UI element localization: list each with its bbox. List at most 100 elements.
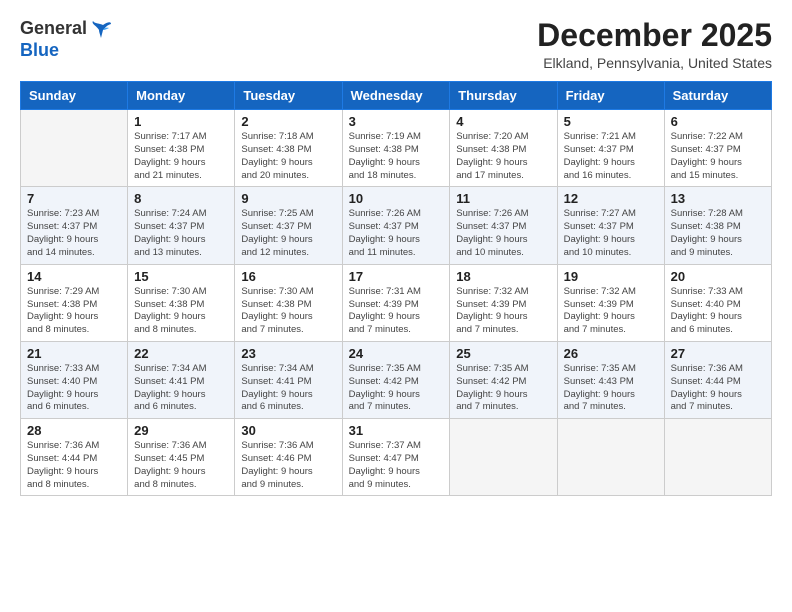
col-saturday: Saturday [664,82,771,110]
col-monday: Monday [128,82,235,110]
day-number: 9 [241,191,335,206]
day-info: Sunrise: 7:32 AM Sunset: 4:39 PM Dayligh… [564,286,658,337]
day-info: Sunrise: 7:27 AM Sunset: 4:37 PM Dayligh… [564,208,658,259]
table-cell: 31 Sunrise: 7:37 AM Sunset: 4:47 PM Dayli… [342,419,450,496]
day-info: Sunrise: 7:19 AM Sunset: 4:38 PM Dayligh… [349,131,444,182]
table-cell: 3 Sunrise: 7:19 AM Sunset: 4:38 PM Daylig… [342,110,450,187]
day-number: 30 [241,423,335,438]
day-info: Sunrise: 7:30 AM Sunset: 4:38 PM Dayligh… [134,286,228,337]
day-number: 29 [134,423,228,438]
day-info: Sunrise: 7:35 AM Sunset: 4:43 PM Dayligh… [564,363,658,414]
table-cell: 24Sunrise: 7:35 AM Sunset: 4:42 PM Dayli… [342,341,450,418]
day-number: 11 [456,191,550,206]
day-number: 17 [349,269,444,284]
day-info: Sunrise: 7:17 AM Sunset: 4:38 PM Dayligh… [134,131,228,182]
day-info: Sunrise: 7:26 AM Sunset: 4:37 PM Dayligh… [349,208,444,259]
location: Elkland, Pennsylvania, United States [537,55,772,71]
day-info: Sunrise: 7:30 AM Sunset: 4:38 PM Dayligh… [241,286,335,337]
col-tuesday: Tuesday [235,82,342,110]
table-cell: 1 Sunrise: 7:17 AM Sunset: 4:38 PM Daylig… [128,110,235,187]
day-info: Sunrise: 7:37 AM Sunset: 4:47 PM Dayligh… [349,440,444,491]
table-cell: 12Sunrise: 7:27 AM Sunset: 4:37 PM Dayli… [557,187,664,264]
table-cell: 19 Sunrise: 7:32 AM Sunset: 4:39 PM Dayli… [557,264,664,341]
col-friday: Friday [557,82,664,110]
day-number: 31 [349,423,444,438]
calendar-page: General Blue December 2025 Elkland, Penn… [0,0,792,612]
day-number: 10 [349,191,444,206]
day-info: Sunrise: 7:21 AM Sunset: 4:37 PM Dayligh… [564,131,658,182]
day-number: 28 [27,423,121,438]
calendar-week-row: 1 Sunrise: 7:17 AM Sunset: 4:38 PM Daylig… [21,110,772,187]
day-number: 26 [564,346,658,361]
day-info: Sunrise: 7:23 AM Sunset: 4:37 PM Dayligh… [27,208,121,259]
table-cell: 21 Sunrise: 7:33 AM Sunset: 4:40 PM Dayli… [21,341,128,418]
table-cell: 9 Sunrise: 7:25 AM Sunset: 4:37 PM Daylig… [235,187,342,264]
title-block: December 2025 Elkland, Pennsylvania, Uni… [537,18,772,71]
day-info: Sunrise: 7:36 AM Sunset: 4:45 PM Dayligh… [134,440,228,491]
calendar-week-row: 14Sunrise: 7:29 AM Sunset: 4:38 PM Dayli… [21,264,772,341]
day-info: Sunrise: 7:28 AM Sunset: 4:38 PM Dayligh… [671,208,765,259]
table-cell [664,419,771,496]
table-cell: 6Sunrise: 7:22 AM Sunset: 4:37 PM Daylig… [664,110,771,187]
col-sunday: Sunday [21,82,128,110]
table-cell: 20 Sunrise: 7:33 AM Sunset: 4:40 PM Dayli… [664,264,771,341]
day-number: 5 [564,114,658,129]
table-cell: 17Sunrise: 7:31 AM Sunset: 4:39 PM Dayli… [342,264,450,341]
col-thursday: Thursday [450,82,557,110]
day-number: 18 [456,269,550,284]
day-info: Sunrise: 7:32 AM Sunset: 4:39 PM Dayligh… [456,286,550,337]
day-number: 1 [134,114,228,129]
table-cell [557,419,664,496]
day-number: 23 [241,346,335,361]
page-header: General Blue December 2025 Elkland, Penn… [20,18,772,71]
table-cell: 26 Sunrise: 7:35 AM Sunset: 4:43 PM Dayli… [557,341,664,418]
day-number: 22 [134,346,228,361]
day-number: 15 [134,269,228,284]
day-info: Sunrise: 7:35 AM Sunset: 4:42 PM Dayligh… [456,363,550,414]
table-cell: 4 Sunrise: 7:20 AM Sunset: 4:38 PM Daylig… [450,110,557,187]
logo-bird-icon [91,20,113,40]
table-cell: 22 Sunrise: 7:34 AM Sunset: 4:41 PM Dayli… [128,341,235,418]
table-cell: 29 Sunrise: 7:36 AM Sunset: 4:45 PM Dayli… [128,419,235,496]
calendar-week-row: 28 Sunrise: 7:36 AM Sunset: 4:44 PM Dayli… [21,419,772,496]
calendar-table: Sunday Monday Tuesday Wednesday Thursday… [20,81,772,496]
day-number: 21 [27,346,121,361]
month-title: December 2025 [537,18,772,53]
table-cell: 7Sunrise: 7:23 AM Sunset: 4:37 PM Daylig… [21,187,128,264]
day-info: Sunrise: 7:25 AM Sunset: 4:37 PM Dayligh… [241,208,335,259]
table-cell: 14Sunrise: 7:29 AM Sunset: 4:38 PM Dayli… [21,264,128,341]
day-number: 2 [241,114,335,129]
day-info: Sunrise: 7:26 AM Sunset: 4:37 PM Dayligh… [456,208,550,259]
table-cell: 28 Sunrise: 7:36 AM Sunset: 4:44 PM Dayli… [21,419,128,496]
day-number: 8 [134,191,228,206]
day-number: 19 [564,269,658,284]
day-info: Sunrise: 7:33 AM Sunset: 4:40 PM Dayligh… [27,363,121,414]
table-cell: 2Sunrise: 7:18 AM Sunset: 4:38 PM Daylig… [235,110,342,187]
day-info: Sunrise: 7:35 AM Sunset: 4:42 PM Dayligh… [349,363,444,414]
day-info: Sunrise: 7:36 AM Sunset: 4:44 PM Dayligh… [27,440,121,491]
table-cell: 23 Sunrise: 7:34 AM Sunset: 4:41 PM Dayli… [235,341,342,418]
table-cell [21,110,128,187]
table-cell: 16Sunrise: 7:30 AM Sunset: 4:38 PM Dayli… [235,264,342,341]
day-info: Sunrise: 7:36 AM Sunset: 4:44 PM Dayligh… [671,363,765,414]
day-number: 25 [456,346,550,361]
table-cell: 25 Sunrise: 7:35 AM Sunset: 4:42 PM Dayli… [450,341,557,418]
calendar-week-row: 21 Sunrise: 7:33 AM Sunset: 4:40 PM Dayli… [21,341,772,418]
logo-general: General [20,18,87,39]
day-info: Sunrise: 7:29 AM Sunset: 4:38 PM Dayligh… [27,286,121,337]
day-number: 4 [456,114,550,129]
day-number: 13 [671,191,765,206]
day-number: 3 [349,114,444,129]
day-info: Sunrise: 7:33 AM Sunset: 4:40 PM Dayligh… [671,286,765,337]
day-info: Sunrise: 7:36 AM Sunset: 4:46 PM Dayligh… [241,440,335,491]
logo: General Blue [20,18,113,61]
day-info: Sunrise: 7:34 AM Sunset: 4:41 PM Dayligh… [134,363,228,414]
day-info: Sunrise: 7:24 AM Sunset: 4:37 PM Dayligh… [134,208,228,259]
day-info: Sunrise: 7:20 AM Sunset: 4:38 PM Dayligh… [456,131,550,182]
day-info: Sunrise: 7:34 AM Sunset: 4:41 PM Dayligh… [241,363,335,414]
table-cell: 18 Sunrise: 7:32 AM Sunset: 4:39 PM Dayli… [450,264,557,341]
table-cell: 8 Sunrise: 7:24 AM Sunset: 4:37 PM Daylig… [128,187,235,264]
day-number: 20 [671,269,765,284]
day-info: Sunrise: 7:22 AM Sunset: 4:37 PM Dayligh… [671,131,765,182]
table-cell [450,419,557,496]
